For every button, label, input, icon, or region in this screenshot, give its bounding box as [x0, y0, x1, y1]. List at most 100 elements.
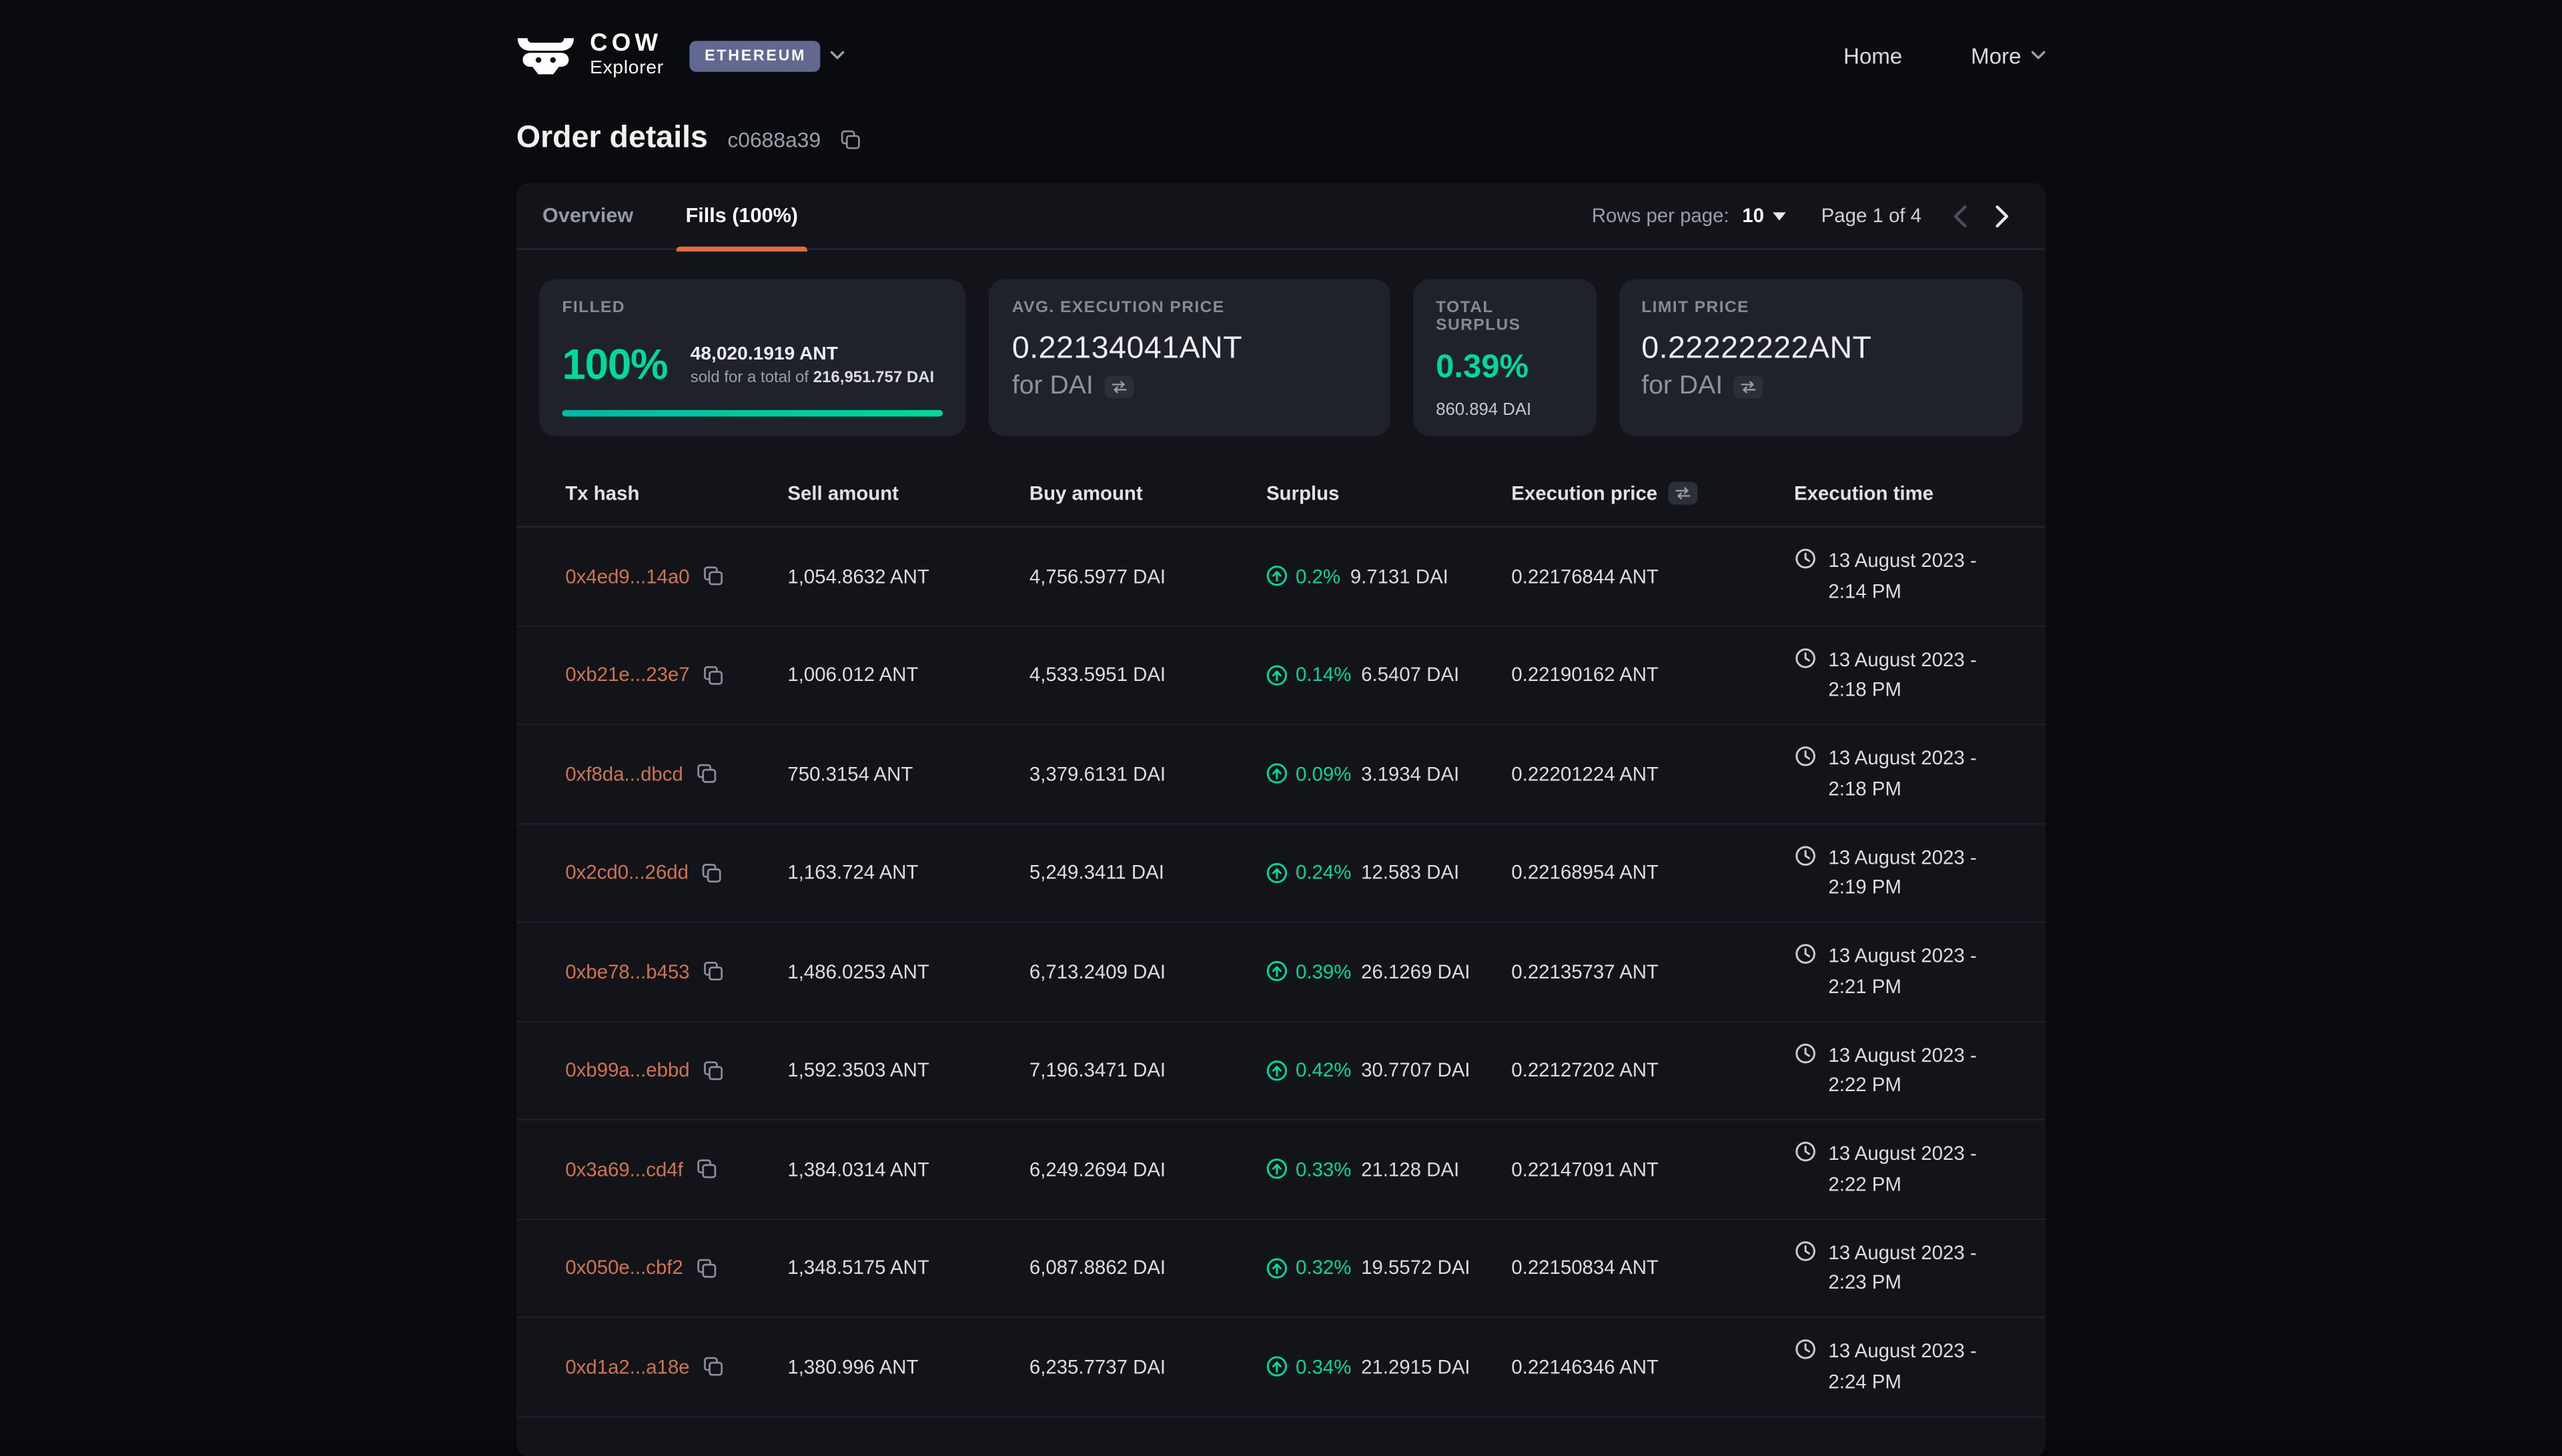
- execution-time-cell: 13 August 2023 - 2:22 PM: [1794, 1040, 2013, 1101]
- surplus-cell: 0.2% 9.7131 DAI: [1266, 565, 1511, 588]
- surplus-up-icon: [1266, 1060, 1288, 1081]
- sell-amount: 1,380.996 ANT: [787, 1355, 1029, 1378]
- tx-hash-link[interactable]: 0xd1a2...a18e: [565, 1355, 689, 1378]
- surplus-amount-value: 860.894 DAI: [1436, 400, 1573, 420]
- execution-price: 0.22150834 ANT: [1511, 1257, 1794, 1279]
- table-body: 0x4ed9...14a0 1,054.8632 ANT 4,756.5977 …: [516, 528, 2046, 1417]
- surplus-percent-value: 0.39%: [1436, 349, 1573, 387]
- rows-per-page-value: 10: [1742, 204, 1764, 227]
- col-buy-amount: Buy amount: [1029, 481, 1266, 504]
- filled-sold-line: sold for a total of 216,951.757 DAI: [691, 368, 934, 386]
- surplus-amount: 30.7707 DAI: [1361, 1059, 1470, 1082]
- tx-hash-link[interactable]: 0x2cd0...26dd: [565, 861, 689, 884]
- tx-hash-link[interactable]: 0x4ed9...14a0: [565, 565, 689, 588]
- filled-progress-bar: [562, 410, 943, 417]
- table-row: 0x3a69...cd4f 1,384.0314 ANT 6,249.2694 …: [516, 1121, 2046, 1219]
- buy-amount: 3,379.6131 DAI: [1029, 762, 1266, 785]
- next-page-button[interactable]: [1980, 194, 2023, 237]
- page-title-row: Order details c0688a39: [516, 121, 2046, 157]
- col-sell-amount: Sell amount: [787, 481, 1029, 504]
- network-selector[interactable]: ETHEREUM: [690, 40, 845, 71]
- total-surplus-card: TOTAL SURPLUS 0.39% 860.894 DAI: [1413, 279, 1596, 436]
- clock-icon: [1794, 942, 1817, 965]
- col-tx-hash: Tx hash: [565, 481, 787, 504]
- brand-logo[interactable]: COW Explorer: [516, 31, 664, 79]
- copy-icon[interactable]: [696, 1257, 717, 1279]
- copy-icon[interactable]: [703, 664, 724, 686]
- rows-per-page-select[interactable]: 10: [1742, 204, 1785, 227]
- network-badge[interactable]: ETHEREUM: [690, 40, 821, 71]
- surplus-percent: 0.34%: [1296, 1355, 1351, 1378]
- surplus-cell: 0.32% 19.5572 DAI: [1266, 1257, 1511, 1279]
- surplus-percent: 0.32%: [1296, 1257, 1351, 1279]
- cow-logo-icon: [516, 34, 575, 77]
- tx-hash-link[interactable]: 0xbe78...b453: [565, 960, 689, 982]
- surplus-cell: 0.33% 21.128 DAI: [1266, 1158, 1511, 1181]
- copy-icon[interactable]: [703, 961, 724, 982]
- tx-hash-link[interactable]: 0xf8da...dbcd: [565, 762, 683, 785]
- surplus-percent: 0.2%: [1296, 565, 1340, 588]
- surplus-cell: 0.39% 26.1269 DAI: [1266, 960, 1511, 982]
- table-row: 0xbe78...b453 1,486.0253 ANT 6,713.2409 …: [516, 923, 2046, 1022]
- avg-price-value: 0.22134041ANT: [1012, 331, 1367, 368]
- surplus-amount: 19.5572 DAI: [1361, 1257, 1470, 1279]
- chevron-down-icon: [831, 51, 845, 61]
- swap-direction-icon[interactable]: [1105, 376, 1134, 398]
- tx-hash-cell: 0xb99a...ebbd: [565, 1059, 787, 1082]
- execution-time: 13 August 2023 - 2:18 PM: [1828, 744, 2013, 804]
- tx-hash-link[interactable]: 0x050e...cbf2: [565, 1257, 683, 1279]
- execution-time: 13 August 2023 - 2:19 PM: [1828, 842, 2013, 903]
- clock-icon: [1794, 745, 1817, 768]
- surplus-percent: 0.24%: [1296, 861, 1351, 884]
- page-status: Page 1 of 4: [1821, 204, 1922, 227]
- copy-icon[interactable]: [703, 1356, 724, 1377]
- avg-execution-price-card: AVG. EXECUTION PRICE 0.22134041ANT for D…: [989, 279, 1390, 436]
- copy-icon[interactable]: [702, 862, 723, 883]
- clock-icon: [1794, 646, 1817, 669]
- copy-icon[interactable]: [841, 128, 862, 149]
- tx-hash-cell: 0xf8da...dbcd: [565, 762, 787, 785]
- surplus-up-icon: [1266, 664, 1288, 686]
- execution-time-cell: 13 August 2023 - 2:18 PM: [1794, 645, 2013, 706]
- copy-icon[interactable]: [703, 566, 724, 587]
- surplus-up-icon: [1266, 961, 1288, 982]
- col-execution-price-label: Execution price: [1511, 481, 1657, 504]
- execution-price: 0.22168954 ANT: [1511, 861, 1794, 884]
- execution-time: 13 August 2023 - 2:18 PM: [1828, 645, 2013, 706]
- filled-percent: 100%: [562, 339, 667, 390]
- tab-overview[interactable]: Overview: [516, 182, 660, 249]
- prev-page-button[interactable]: [1938, 194, 1980, 237]
- tab-fills[interactable]: Fills (100%): [659, 182, 824, 249]
- nav-item-more[interactable]: More: [1971, 43, 2046, 68]
- copy-icon[interactable]: [696, 763, 717, 784]
- buy-amount: 6,087.8862 DAI: [1029, 1257, 1266, 1279]
- swap-direction-icon[interactable]: [1734, 376, 1763, 398]
- execution-time: 13 August 2023 - 2:23 PM: [1828, 1237, 2013, 1298]
- surplus-percent: 0.42%: [1296, 1059, 1351, 1082]
- table-row: 0xb99a...ebbd 1,592.3503 ANT 7,196.3471 …: [516, 1022, 2046, 1121]
- clock-icon: [1794, 1042, 1817, 1064]
- surplus-amount: 21.2915 DAI: [1361, 1355, 1470, 1378]
- tx-hash-link[interactable]: 0xb99a...ebbd: [565, 1059, 689, 1082]
- avg-price-unit: for DAI: [1012, 372, 1094, 402]
- nav-item-home[interactable]: Home: [1843, 43, 1902, 68]
- copy-icon[interactable]: [696, 1159, 717, 1180]
- execution-price: 0.22190162 ANT: [1511, 664, 1794, 686]
- tx-hash-link[interactable]: 0xb21e...23e7: [565, 664, 689, 686]
- surplus-percent: 0.33%: [1296, 1158, 1351, 1181]
- brand-text: COW Explorer: [590, 31, 664, 79]
- surplus-amount: 12.583 DAI: [1361, 861, 1459, 884]
- sell-amount: 1,163.724 ANT: [787, 861, 1029, 884]
- filled-details: 48,020.1919 ANT sold for a total of 216,…: [691, 344, 934, 387]
- surplus-amount: 26.1269 DAI: [1361, 960, 1470, 982]
- tab-bar: Overview Fills (100%) Rows per page: 10 …: [516, 183, 2046, 249]
- surplus-amount: 21.128 DAI: [1361, 1158, 1459, 1181]
- tx-hash-link[interactable]: 0x3a69...cd4f: [565, 1158, 683, 1181]
- swap-direction-icon[interactable]: [1669, 481, 1698, 504]
- surplus-up-icon: [1266, 1356, 1288, 1377]
- surplus-cell: 0.42% 30.7707 DAI: [1266, 1059, 1511, 1082]
- col-surplus: Surplus: [1266, 481, 1511, 504]
- table-row: 0xb21e...23e7 1,006.012 ANT 4,533.5951 D…: [516, 626, 2046, 725]
- copy-icon[interactable]: [703, 1060, 724, 1081]
- surplus-cell: 0.09% 3.1934 DAI: [1266, 762, 1511, 785]
